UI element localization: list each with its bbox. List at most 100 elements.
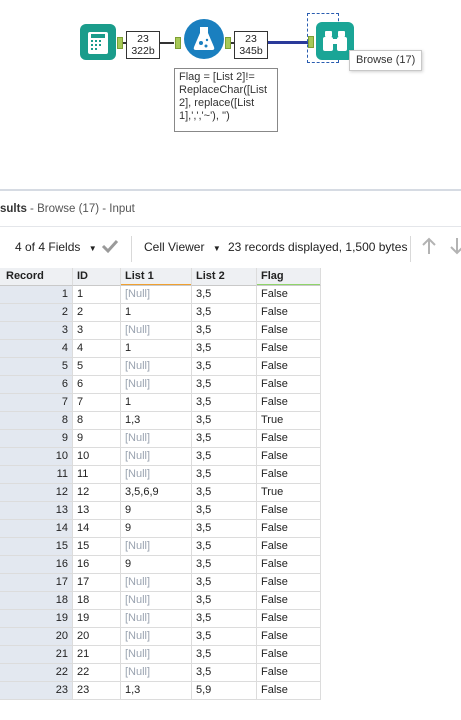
list2-cell[interactable]: 3,5 xyxy=(192,376,257,394)
id-cell[interactable]: 22 xyxy=(73,664,121,682)
list2-cell[interactable]: 3,5 xyxy=(192,304,257,322)
list1-cell[interactable]: 1,3 xyxy=(121,412,192,430)
flag-cell[interactable]: False xyxy=(257,628,321,646)
table-row[interactable]: 20 20 [Null] 3,5 False xyxy=(0,628,321,646)
list1-cell[interactable]: 1 xyxy=(121,394,192,412)
id-cell[interactable]: 14 xyxy=(73,520,121,538)
list1-cell[interactable]: 1 xyxy=(121,340,192,358)
flag-cell[interactable]: False xyxy=(257,340,321,358)
list1-cell[interactable]: 9 xyxy=(121,556,192,574)
table-row[interactable]: 3 3 [Null] 3,5 False xyxy=(0,322,321,340)
list2-cell[interactable]: 3,5 xyxy=(192,430,257,448)
formula-tool[interactable] xyxy=(184,19,224,59)
list2-cell[interactable]: 3,5 xyxy=(192,286,257,304)
list2-cell[interactable]: 3,5 xyxy=(192,358,257,376)
flag-cell[interactable]: False xyxy=(257,394,321,412)
id-cell[interactable]: 17 xyxy=(73,574,121,592)
table-row[interactable]: 15 15 [Null] 3,5 False xyxy=(0,538,321,556)
flag-cell[interactable]: False xyxy=(257,376,321,394)
flag-cell[interactable]: True xyxy=(257,412,321,430)
flag-cell[interactable]: False xyxy=(257,520,321,538)
list1-cell[interactable]: [Null] xyxy=(121,664,192,682)
column-header-list1[interactable]: List 1 xyxy=(121,268,192,286)
flag-cell[interactable]: False xyxy=(257,646,321,664)
list1-cell[interactable]: [Null] xyxy=(121,574,192,592)
list2-cell[interactable]: 3,5 xyxy=(192,394,257,412)
id-cell[interactable]: 11 xyxy=(73,466,121,484)
table-row[interactable]: 7 7 1 3,5 False xyxy=(0,394,321,412)
list1-cell[interactable]: [Null] xyxy=(121,358,192,376)
list2-cell[interactable]: 3,5 xyxy=(192,592,257,610)
record-cell[interactable]: 5 xyxy=(0,358,73,376)
flag-cell[interactable]: True xyxy=(257,484,321,502)
table-row[interactable]: 22 22 [Null] 3,5 False xyxy=(0,664,321,682)
flag-cell[interactable]: False xyxy=(257,538,321,556)
list1-cell[interactable]: [Null] xyxy=(121,628,192,646)
table-row[interactable]: 8 8 1,3 3,5 True xyxy=(0,412,321,430)
list1-cell[interactable]: 1,3 xyxy=(121,682,192,700)
id-cell[interactable]: 21 xyxy=(73,646,121,664)
table-row[interactable]: 14 14 9 3,5 False xyxy=(0,520,321,538)
record-cell[interactable]: 15 xyxy=(0,538,73,556)
workflow-canvas[interactable]: 23 322b 23 345b Flag = [List 2]!= Replac… xyxy=(0,0,461,188)
list1-cell[interactable]: [Null] xyxy=(121,646,192,664)
list1-cell[interactable]: [Null] xyxy=(121,592,192,610)
record-cell[interactable]: 19 xyxy=(0,610,73,628)
record-cell[interactable]: 22 xyxy=(0,664,73,682)
list1-cell[interactable]: [Null] xyxy=(121,448,192,466)
column-header-record[interactable]: Record xyxy=(0,268,73,286)
flag-cell[interactable]: False xyxy=(257,304,321,322)
list1-cell[interactable]: 3,5,6,9 xyxy=(121,484,192,502)
id-cell[interactable]: 8 xyxy=(73,412,121,430)
list2-cell[interactable]: 3,5 xyxy=(192,484,257,502)
list1-cell[interactable]: [Null] xyxy=(121,466,192,484)
list1-cell[interactable]: 9 xyxy=(121,502,192,520)
flag-cell[interactable]: False xyxy=(257,664,321,682)
table-row[interactable]: 23 23 1,3 5,9 False xyxy=(0,682,321,700)
table-row[interactable]: 12 12 3,5,6,9 3,5 True xyxy=(0,484,321,502)
table-row[interactable]: 4 4 1 3,5 False xyxy=(0,340,321,358)
record-cell[interactable]: 13 xyxy=(0,502,73,520)
table-row[interactable]: 1 1 [Null] 3,5 False xyxy=(0,286,321,304)
id-cell[interactable]: 3 xyxy=(73,322,121,340)
list2-cell[interactable]: 3,5 xyxy=(192,574,257,592)
list2-cell[interactable]: 3,5 xyxy=(192,448,257,466)
record-cell[interactable]: 11 xyxy=(0,466,73,484)
list2-cell[interactable]: 3,5 xyxy=(192,502,257,520)
table-row[interactable]: 10 10 [Null] 3,5 False xyxy=(0,448,321,466)
record-cell[interactable]: 23 xyxy=(0,682,73,700)
list1-cell[interactable]: [Null] xyxy=(121,286,192,304)
table-row[interactable]: 19 19 [Null] 3,5 False xyxy=(0,610,321,628)
table-row[interactable]: 9 9 [Null] 3,5 False xyxy=(0,430,321,448)
table-row[interactable]: 18 18 [Null] 3,5 False xyxy=(0,592,321,610)
record-cell[interactable]: 8 xyxy=(0,412,73,430)
table-row[interactable]: 21 21 [Null] 3,5 False xyxy=(0,646,321,664)
flag-cell[interactable]: False xyxy=(257,448,321,466)
list2-cell[interactable]: 3,5 xyxy=(192,646,257,664)
record-cell[interactable]: 3 xyxy=(0,322,73,340)
record-cell[interactable]: 12 xyxy=(0,484,73,502)
list2-cell[interactable]: 3,5 xyxy=(192,466,257,484)
column-header-list2[interactable]: List 2 xyxy=(192,268,257,286)
id-cell[interactable]: 7 xyxy=(73,394,121,412)
id-cell[interactable]: 15 xyxy=(73,538,121,556)
table-row[interactable]: 17 17 [Null] 3,5 False xyxy=(0,574,321,592)
record-cell[interactable]: 18 xyxy=(0,592,73,610)
table-row[interactable]: 6 6 [Null] 3,5 False xyxy=(0,376,321,394)
column-header-id[interactable]: ID xyxy=(73,268,121,286)
list1-cell[interactable]: 1 xyxy=(121,304,192,322)
id-cell[interactable]: 12 xyxy=(73,484,121,502)
list1-cell[interactable]: [Null] xyxy=(121,430,192,448)
id-cell[interactable]: 20 xyxy=(73,628,121,646)
record-cell[interactable]: 17 xyxy=(0,574,73,592)
table-row[interactable]: 13 13 9 3,5 False xyxy=(0,502,321,520)
cell-viewer-dropdown[interactable]: Cell Viewer ▼ xyxy=(144,240,221,254)
flag-cell[interactable]: False xyxy=(257,286,321,304)
list2-cell[interactable]: 3,5 xyxy=(192,322,257,340)
id-cell[interactable]: 4 xyxy=(73,340,121,358)
record-cell[interactable]: 2 xyxy=(0,304,73,322)
table-row[interactable]: 2 2 1 3,5 False xyxy=(0,304,321,322)
table-row[interactable]: 11 11 [Null] 3,5 False xyxy=(0,466,321,484)
record-cell[interactable]: 1 xyxy=(0,286,73,304)
list1-cell[interactable]: [Null] xyxy=(121,610,192,628)
